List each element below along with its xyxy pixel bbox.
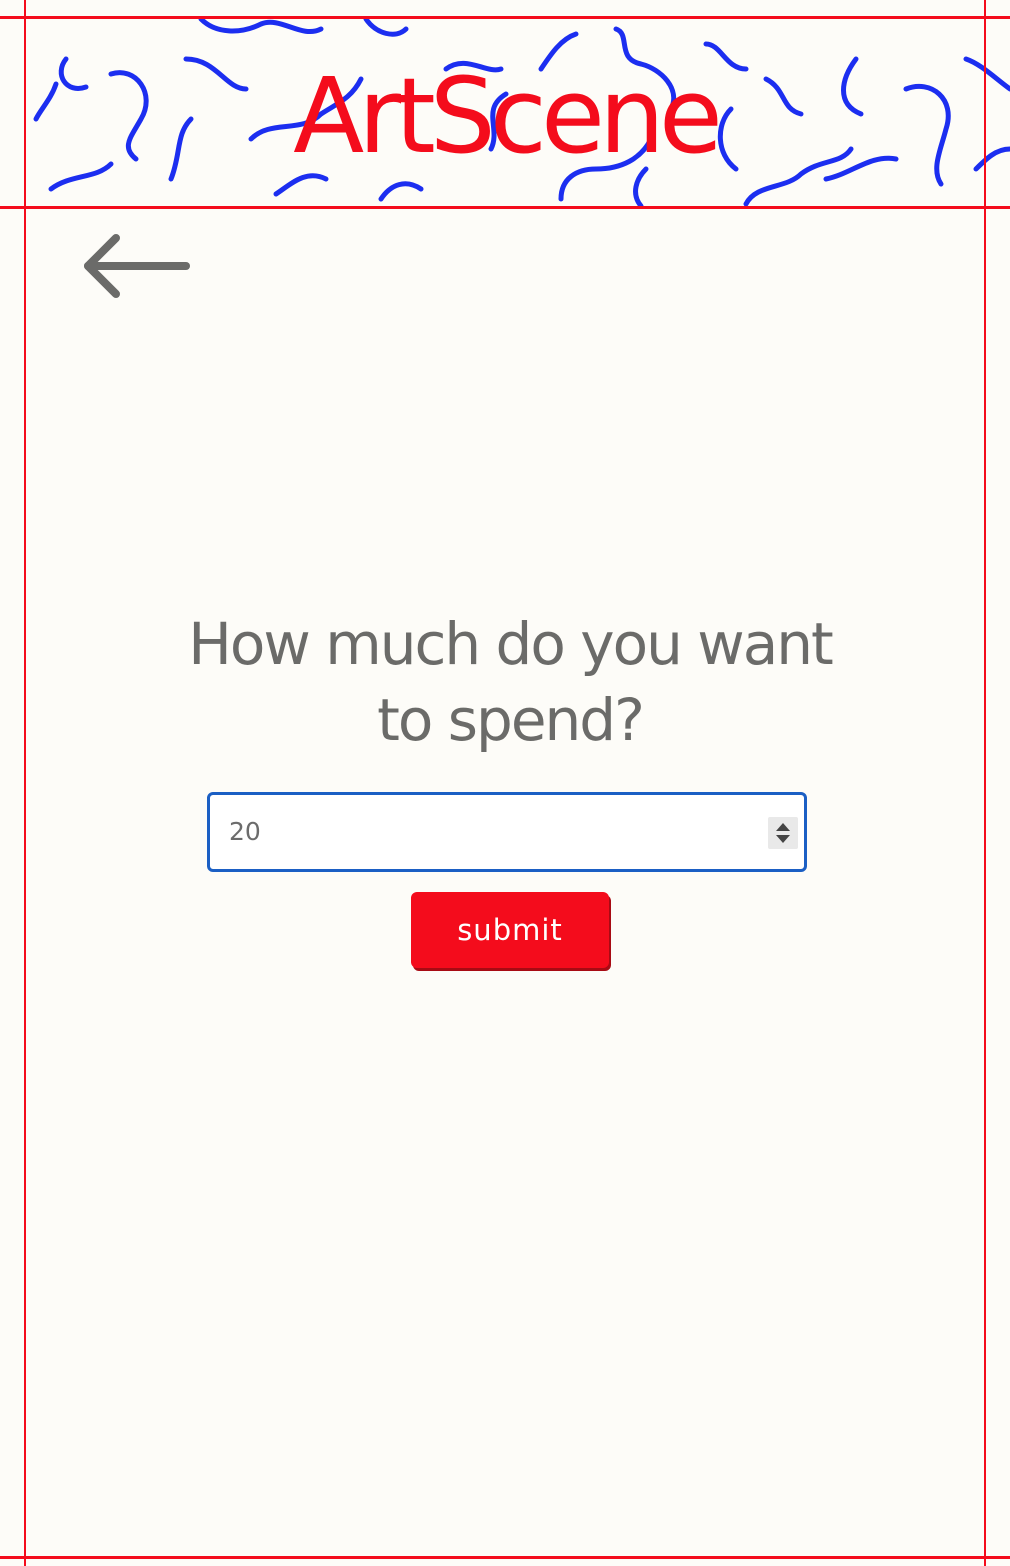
amount-input-value[interactable]: 20 [229, 795, 261, 869]
site-header: ArtScene [26, 19, 1010, 206]
stepper-down-icon[interactable] [776, 835, 790, 843]
submit-button[interactable]: submit [411, 892, 609, 968]
frame-line-header-divider [0, 206, 1010, 209]
frame-line-top [0, 16, 1010, 19]
amount-input[interactable]: 20 [207, 792, 807, 872]
spend-question-heading: How much do you want to spend? [188, 610, 834, 754]
artscene-logo[interactable]: ArtScene [26, 61, 984, 171]
number-stepper[interactable] [768, 817, 798, 849]
frame-line-left [24, 0, 26, 1566]
arrow-left-icon [84, 234, 190, 298]
stepper-up-icon[interactable] [776, 823, 790, 831]
frame-line-right [984, 0, 986, 1566]
page: ArtScene How much do you want to spend? … [0, 0, 1010, 1566]
frame-line-bottom [0, 1556, 1010, 1559]
back-button[interactable] [78, 230, 196, 302]
